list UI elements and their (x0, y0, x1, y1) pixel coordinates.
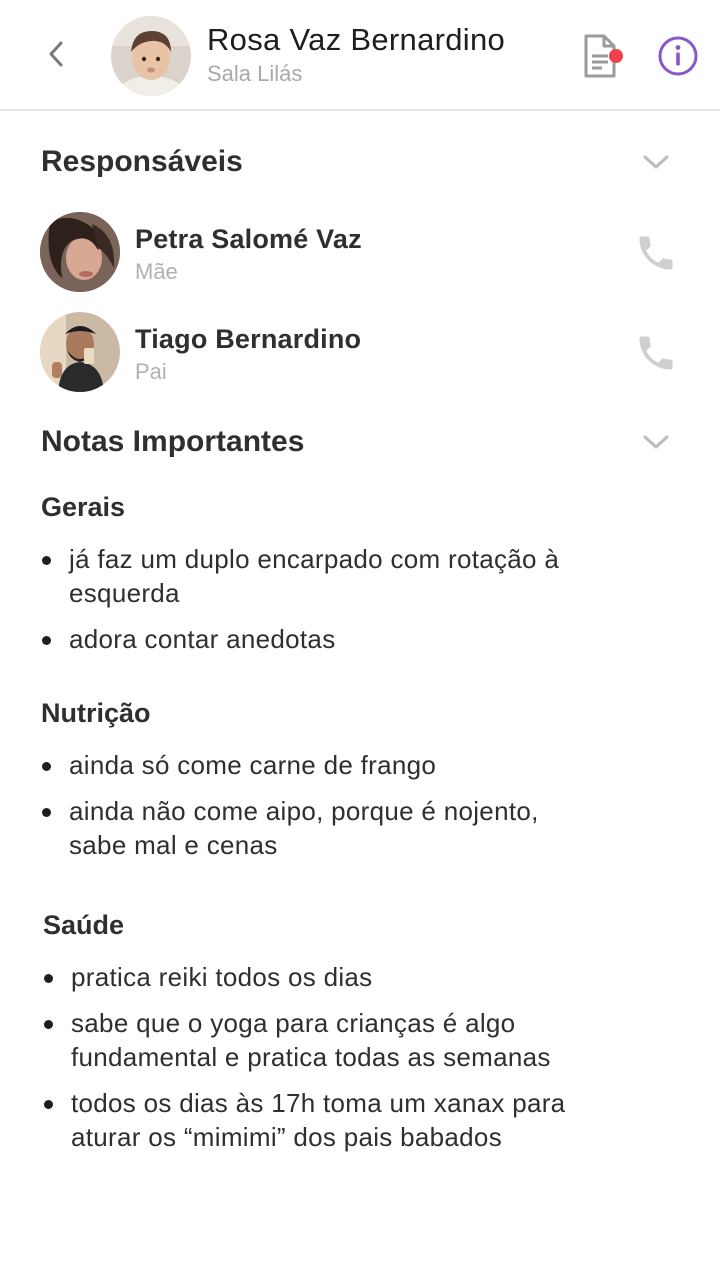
guardians-collapse-toggle[interactable] (640, 150, 672, 174)
list-item: adora contar anedotas (41, 622, 581, 656)
info-icon (658, 36, 698, 76)
notes-section-title: Notas Importantes (41, 425, 305, 458)
guardian-avatar-mother (40, 212, 120, 292)
guardian-name: Petra Salomé Vaz (135, 224, 362, 254)
guardians-section-title: Responsáveis (41, 145, 243, 178)
guardian-role: Mãe (135, 259, 178, 284)
notes-list: pratica reiki todos os dias sabe que o y… (43, 960, 583, 1166)
notes-group-title: Nutrição (41, 698, 151, 728)
notes-collapse-toggle[interactable] (640, 430, 672, 454)
guardian-role: Pai (135, 359, 167, 384)
child-name: Rosa Vaz Bernardino (207, 22, 506, 57)
child-avatar (111, 16, 191, 96)
app-header: Rosa Vaz Bernardino Sala Lilás (0, 0, 720, 111)
back-button[interactable] (36, 34, 76, 74)
notes-list: já faz um duplo encarpado com rotação à … (41, 542, 581, 668)
chevron-left-icon (49, 41, 63, 67)
notes-group-title: Saúde (43, 910, 125, 940)
notification-dot (609, 49, 623, 63)
chevron-down-icon (643, 435, 669, 449)
list-item: todos os dias às 17h toma um xanax para … (43, 1086, 583, 1154)
phone-icon (639, 236, 673, 270)
chevron-down-icon (643, 155, 669, 169)
call-guardian-button[interactable] (634, 331, 678, 375)
notes-list: ainda só come carne de frango ainda não … (41, 748, 581, 874)
phone-icon (639, 336, 673, 370)
list-item: pratica reiki todos os dias (43, 960, 583, 994)
document-icon (584, 34, 623, 78)
notes-button[interactable] (578, 32, 628, 80)
notes-group-title: Gerais (41, 492, 126, 522)
list-item: ainda só come carne de frango (41, 748, 581, 782)
info-button[interactable] (656, 34, 700, 78)
call-guardian-button[interactable] (634, 231, 678, 275)
list-item: sabe que o yoga para crianças é algo fun… (43, 1006, 583, 1074)
guardian-avatar-father (40, 312, 120, 392)
list-item: já faz um duplo encarpado com rotação à … (41, 542, 581, 610)
classroom-name: Sala Lilás (207, 61, 303, 86)
guardian-name: Tiago Bernardino (135, 324, 362, 354)
list-item: ainda não come aipo, porque é nojento, s… (41, 794, 581, 862)
